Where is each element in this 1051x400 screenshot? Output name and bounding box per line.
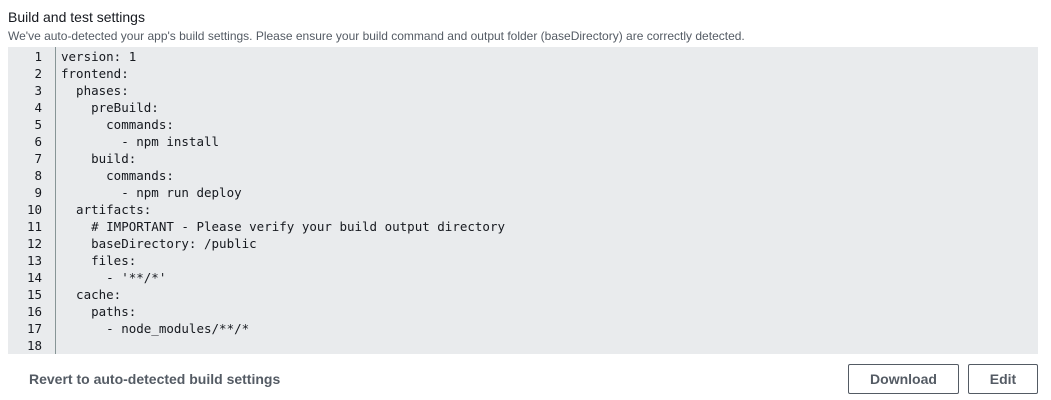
code-area[interactable]: version: 1 frontend: phases: preBuild: co… <box>56 47 1038 354</box>
code-line: commands: <box>61 117 174 132</box>
line-number: 12 <box>26 236 42 251</box>
line-number: 2 <box>34 66 42 81</box>
revert-to-auto-detected-button[interactable]: Revert to auto-detected build settings <box>29 371 280 387</box>
code-line: version: 1 <box>61 49 137 64</box>
code-line: preBuild: <box>61 100 159 115</box>
line-number: 13 <box>26 253 42 268</box>
line-number: 11 <box>26 219 42 234</box>
line-number-gutter: 1 2 3 4 5 6 7 8 9 10 11 12 13 14 15 16 17 18 <box>8 47 56 354</box>
line-number: 10 <box>26 202 42 217</box>
line-number: 1 <box>34 49 42 64</box>
line-number: 3 <box>34 83 42 98</box>
build-spec-editor[interactable]: 1 2 3 4 5 6 7 8 9 10 11 12 13 14 15 16 17 18 version: 1 fr… <box>8 47 1038 354</box>
line-number: 18 <box>26 338 42 353</box>
code-line: build: <box>61 151 137 166</box>
code-line: - npm run deploy <box>61 185 242 200</box>
line-number: 9 <box>34 185 42 200</box>
code-line: cache: <box>61 287 122 302</box>
code-line: phases: <box>61 83 129 98</box>
download-button[interactable]: Download <box>848 364 959 394</box>
code-line: - '**/*' <box>61 270 167 285</box>
code-line: - node_modules/**/* <box>61 321 250 336</box>
code-line: files: <box>61 253 137 268</box>
build-settings-title: Build and test settings <box>8 9 145 25</box>
line-number: 14 <box>26 270 42 285</box>
code-line: frontend: <box>61 66 129 81</box>
line-number: 4 <box>34 100 42 115</box>
code-line: - npm install <box>61 134 220 149</box>
code-line: artifacts: <box>61 202 152 217</box>
line-number: 8 <box>34 168 42 183</box>
edit-button[interactable]: Edit <box>968 364 1038 394</box>
code-line: baseDirectory: /public <box>61 236 257 251</box>
line-number: 15 <box>26 287 42 302</box>
line-number: 6 <box>34 134 42 149</box>
line-number: 5 <box>34 117 42 132</box>
code-line: # IMPORTANT - Please verify your build o… <box>61 219 506 234</box>
line-number: 16 <box>26 304 42 319</box>
line-number: 17 <box>26 321 42 336</box>
line-number: 7 <box>34 151 42 166</box>
code-line: commands: <box>61 168 174 183</box>
code-line: paths: <box>61 304 137 319</box>
build-settings-description: We've auto-detected your app's build set… <box>8 29 745 43</box>
